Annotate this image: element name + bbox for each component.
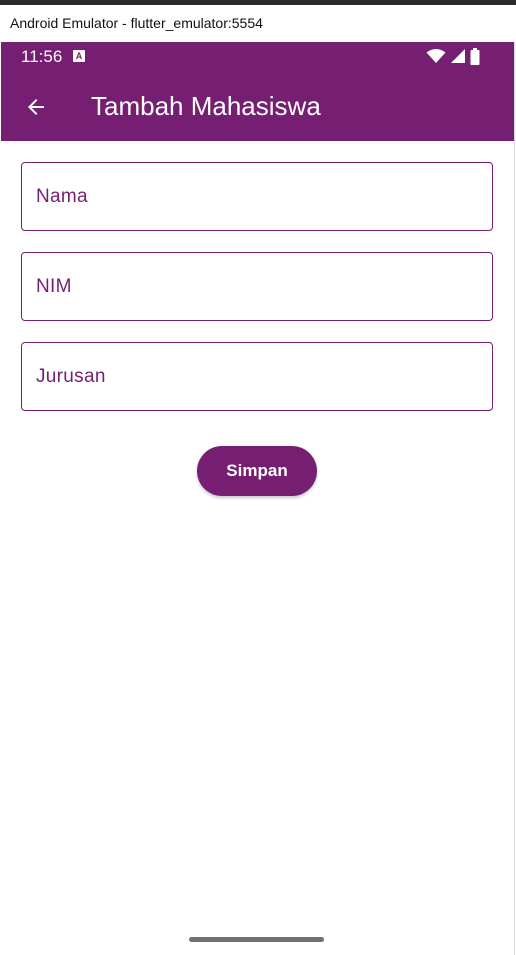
app-bar: Tambah Mahasiswa — [1, 72, 514, 141]
jurusan-input[interactable] — [22, 343, 492, 410]
battery-icon — [470, 47, 480, 65]
jurusan-field[interactable] — [21, 342, 493, 411]
android-notification-icon — [73, 50, 85, 62]
window-titlebar: Android Emulator - flutter_emulator:5554 — [0, 5, 516, 42]
cellular-signal-icon — [451, 49, 465, 63]
save-button[interactable]: Simpan — [197, 446, 317, 496]
wifi-icon — [426, 49, 446, 63]
nama-field[interactable] — [21, 162, 493, 231]
status-time: 11:56 — [21, 47, 63, 66]
status-icons — [426, 47, 480, 65]
arrow-back-icon — [28, 99, 44, 115]
nim-field[interactable] — [21, 252, 493, 321]
status-bar: 11:56 — [1, 42, 514, 72]
window-title: Android Emulator - flutter_emulator:5554 — [10, 15, 263, 31]
nama-input[interactable] — [22, 163, 492, 230]
back-button[interactable] — [17, 88, 55, 126]
gesture-nav-handle[interactable] — [189, 937, 324, 942]
nim-input[interactable] — [22, 253, 492, 320]
page-title: Tambah Mahasiswa — [91, 91, 321, 121]
emulator-window: Android Emulator - flutter_emulator:5554… — [0, 0, 516, 955]
